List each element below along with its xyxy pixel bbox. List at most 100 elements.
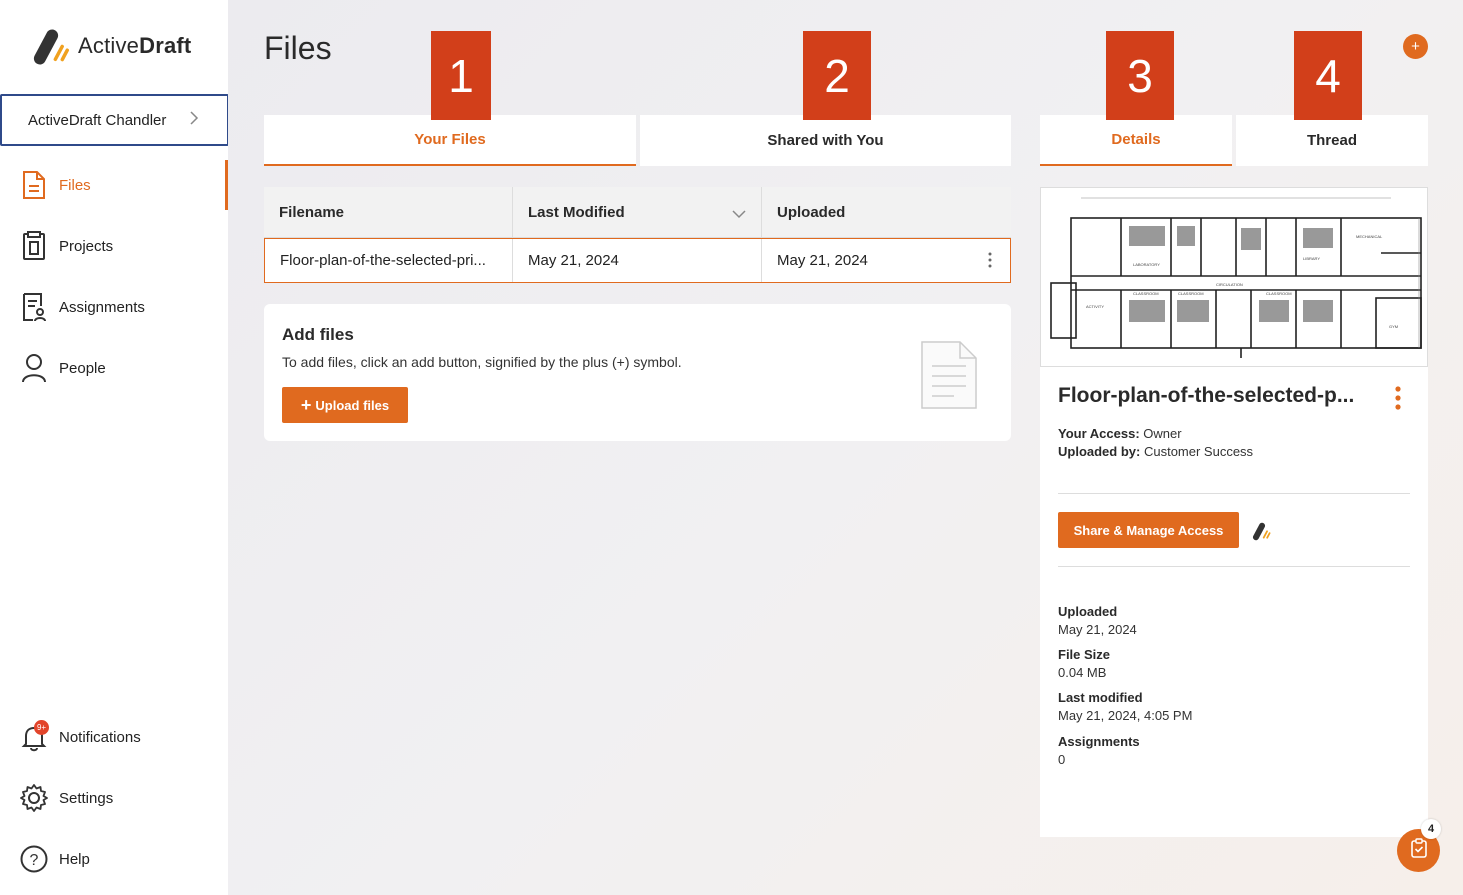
column-label: Uploaded [777, 203, 846, 221]
svg-text:CLASSROOM: CLASSROOM [1266, 291, 1292, 296]
tab-details[interactable]: Details [1040, 115, 1232, 166]
plus-icon: + [1411, 38, 1420, 55]
prop-assignments-value: 0 [1058, 752, 1066, 767]
add-files-description: To add files, click an add button, signi… [282, 354, 682, 370]
plus-icon: + [300, 395, 312, 415]
notification-badge: 9+ [34, 720, 49, 735]
details-filename: Floor-plan-of-the-selected-p... [1058, 384, 1355, 407]
column-header-filename[interactable]: Filename [264, 187, 513, 237]
column-header-last-modified[interactable]: Last Modified [513, 187, 762, 237]
files-table: Filename Last Modified Uploaded Floor-pl… [264, 187, 1011, 283]
add-button[interactable]: + [1403, 34, 1428, 59]
add-files-card: Add files To add files, click an add but… [264, 304, 1011, 441]
sidebar-item-files[interactable]: Files [0, 160, 228, 210]
cell-uploaded: May 21, 2024 [762, 239, 1010, 282]
table-header: Filename Last Modified Uploaded [264, 187, 1011, 238]
uploaded-by-value: Customer Success [1143, 444, 1254, 459]
tab-thread[interactable]: Thread [1236, 115, 1428, 166]
tab-label: Details [1111, 131, 1161, 148]
file-thumbnail[interactable]: LABORATORY LIBRARY CIRCULATION MECHANICA… [1040, 187, 1428, 367]
prop-last-modified-value: May 21, 2024, 4:05 PM [1058, 708, 1193, 723]
org-selector-label: ActiveDraft Chandler [28, 111, 167, 129]
svg-text:?: ? [30, 852, 39, 869]
sidebar: ActiveDraft ActiveDraft Chandler Files P… [0, 0, 229, 895]
callout-marker-2: 2 [803, 31, 871, 120]
more-vertical-icon[interactable] [988, 252, 992, 272]
divider [1058, 493, 1410, 494]
main-content: Files Your Files Shared with You Details… [228, 0, 1463, 895]
document-icon [920, 340, 978, 415]
tab-shared-with-you[interactable]: Shared with You [640, 115, 1011, 166]
cell-filename: Floor-plan-of-the-selected-pri... [265, 239, 513, 282]
add-files-title: Add files [282, 325, 354, 344]
sidebar-item-label: Projects [59, 237, 114, 255]
sidebar-item-label: Settings [59, 789, 114, 807]
page-title: Files [264, 30, 332, 66]
prop-file-size-value: 0.04 MB [1058, 665, 1107, 680]
more-vertical-icon[interactable] [1392, 385, 1404, 413]
projects-icon [20, 231, 48, 261]
your-access-label: Your Access: [1058, 426, 1140, 441]
your-access-row: Your Access: Owner [1058, 426, 1182, 441]
svg-text:LABORATORY: LABORATORY [1133, 262, 1160, 267]
person-icon [20, 353, 48, 383]
prop-file-size-label: File Size [1058, 647, 1111, 662]
sidebar-item-label: Notifications [59, 728, 141, 746]
prop-assignments-label: Assignments [1058, 734, 1140, 749]
sidebar-item-label: Help [59, 850, 90, 868]
divider [1058, 566, 1410, 567]
svg-text:CIRCULATION: CIRCULATION [1216, 282, 1243, 287]
svg-text:CLASSROOM: CLASSROOM [1178, 291, 1204, 296]
svg-text:GYM: GYM [1389, 324, 1398, 329]
bell-icon: 9+ [20, 720, 49, 752]
callout-marker-1: 1 [431, 31, 491, 120]
sidebar-item-help[interactable]: ? Help [0, 834, 228, 884]
sidebar-item-settings[interactable]: Settings [0, 773, 228, 823]
activedraft-logo-icon [30, 26, 74, 66]
column-label: Last Modified [528, 203, 625, 221]
file-icon [20, 170, 48, 200]
tab-label: Shared with You [767, 132, 884, 149]
callout-marker-3: 3 [1106, 31, 1174, 120]
svg-text:MECHANICAL: MECHANICAL [1356, 234, 1383, 239]
chevron-right-icon [189, 110, 199, 131]
fab-badge: 4 [1421, 819, 1441, 839]
svg-text:CLASSROOM: CLASSROOM [1133, 291, 1159, 296]
uploaded-by-row: Uploaded by: Customer Success [1058, 444, 1253, 459]
tab-your-files[interactable]: Your Files [264, 115, 636, 166]
gear-icon [20, 783, 48, 813]
prop-last-modified-label: Last modified [1058, 690, 1143, 705]
upload-files-button[interactable]: + Upload files [282, 387, 408, 423]
brand-name: ActiveDraft [78, 33, 192, 58]
prop-uploaded-value: May 21, 2024 [1058, 622, 1137, 637]
share-manage-access-button[interactable]: Share & Manage Access [1058, 512, 1239, 548]
cell-last-modified: May 21, 2024 [513, 239, 762, 282]
activedraft-logo-icon [1251, 521, 1273, 546]
callout-marker-4: 4 [1294, 31, 1362, 120]
upload-files-label: Upload files [315, 397, 390, 413]
clipboard-check-icon [1410, 838, 1428, 863]
org-selector[interactable]: ActiveDraft Chandler [0, 94, 229, 146]
brand-logo[interactable]: ActiveDraft [30, 26, 191, 66]
uploaded-by-label: Uploaded by: [1058, 444, 1141, 459]
chevron-down-icon [732, 206, 746, 223]
table-row[interactable]: Floor-plan-of-the-selected-pri... May 21… [264, 238, 1011, 283]
help-icon: ? [20, 844, 48, 874]
share-button-label: Share & Manage Access [1073, 522, 1224, 538]
column-label: Filename [279, 203, 345, 221]
sidebar-item-label: People [59, 359, 106, 377]
cell-uploaded-value: May 21, 2024 [777, 252, 868, 269]
svg-text:ACTIVITY: ACTIVITY [1086, 304, 1104, 309]
assignment-icon [20, 292, 48, 322]
your-access-value: Owner [1143, 426, 1182, 441]
file-details-panel: LABORATORY LIBRARY CIRCULATION MECHANICA… [1040, 187, 1428, 837]
sidebar-item-label: Assignments [59, 298, 145, 316]
sidebar-item-notifications[interactable]: 9+ Notifications [0, 712, 228, 762]
sidebar-item-people[interactable]: People [0, 343, 228, 393]
tab-label: Thread [1306, 132, 1357, 149]
sidebar-item-projects[interactable]: Projects [0, 221, 228, 271]
sidebar-item-assignments[interactable]: Assignments [0, 282, 228, 332]
svg-text:LIBRARY: LIBRARY [1303, 256, 1320, 261]
column-header-uploaded[interactable]: Uploaded [762, 187, 1011, 237]
prop-uploaded-label: Uploaded [1058, 604, 1118, 619]
